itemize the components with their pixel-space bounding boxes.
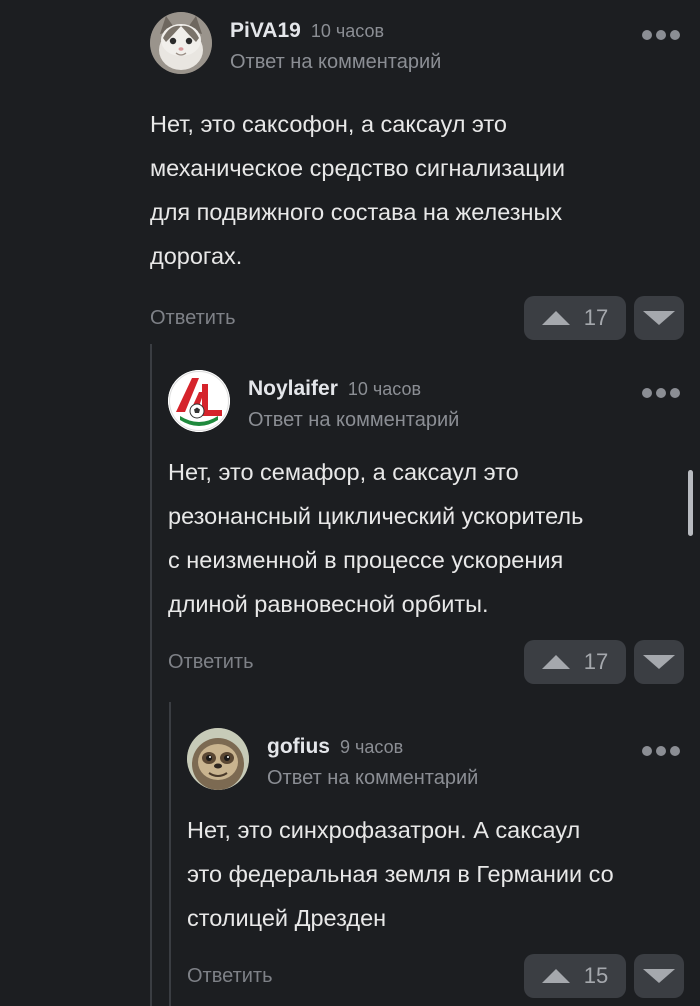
vote-count: 17 — [583, 649, 609, 674]
comment-actions: Ответить 15 — [187, 954, 684, 998]
vote-count: 17 — [583, 305, 609, 330]
author-name[interactable]: PiVA19 — [230, 14, 301, 48]
comment-actions: Ответить 17 — [150, 296, 684, 340]
upvote-arrow-icon — [541, 311, 570, 325]
reply-button[interactable]: Ответить — [168, 640, 254, 684]
more-dots-icon[interactable] — [638, 384, 684, 402]
comment-text-line: дорогах. — [150, 243, 243, 269]
downvote-arrow-icon — [643, 311, 675, 325]
comment-actions: Ответить 17 — [168, 640, 684, 684]
comment-text-line: с неизменной в процессе ускорения — [168, 547, 564, 573]
downvote-arrow-icon — [643, 655, 675, 669]
avatar[interactable] — [187, 728, 249, 790]
comment-meta: PiVA19 10 часов Ответ на комментарий — [230, 14, 441, 74]
author-name[interactable]: Noylaifer — [248, 372, 338, 406]
comments-thread: PiVA19 10 часов Ответ на комментарий Нет… — [0, 0, 700, 1006]
comment-text: Нет, это семафор, а саксаул это резонанс… — [168, 450, 684, 626]
reply-to-label[interactable]: Ответ на комментарий — [248, 408, 459, 432]
comment-text-line: механическое средство сигнализации — [150, 155, 565, 181]
kitten-avatar-icon — [150, 12, 212, 74]
comment-meta: Noylaifer 10 часов Ответ на комментарий — [248, 372, 459, 432]
upvote-button[interactable]: 17 — [524, 640, 626, 684]
comment-text-line: Нет, это семафор, а саксаул это — [168, 459, 519, 485]
author-name[interactable]: gofius — [267, 730, 330, 764]
vote-controls: 15 — [524, 954, 684, 998]
comment-text-line: это федеральная земля в Германии со — [187, 861, 614, 887]
downvote-button[interactable] — [634, 296, 684, 340]
comment-header: Noylaifer 10 часов Ответ на комментарий — [168, 370, 684, 436]
sloth-avatar-icon — [187, 728, 249, 790]
comment-noylaifer: Noylaifer 10 часов Ответ на комментарий … — [168, 370, 684, 684]
comment-time: 10 часов — [347, 379, 422, 399]
thread-line-level-2[interactable] — [169, 702, 171, 1006]
upvote-button[interactable]: 17 — [524, 296, 626, 340]
comment-meta: gofius 9 часов Ответ на комментарий — [267, 730, 478, 790]
comment-text-line: Нет, это саксофон, а саксаул это — [150, 111, 507, 137]
more-dots-icon[interactable] — [638, 742, 684, 760]
upvote-arrow-icon — [541, 969, 570, 983]
reply-to-label[interactable]: Ответ на комментарий — [230, 50, 441, 74]
comment-time: 9 часов — [340, 737, 404, 757]
vote-controls: 17 — [524, 296, 684, 340]
downvote-button[interactable] — [634, 954, 684, 998]
comment-text: Нет, это синхрофазатрон. А саксаул это ф… — [187, 808, 684, 940]
thread-line-level-1[interactable] — [150, 344, 152, 1006]
vote-count: 15 — [583, 963, 609, 988]
reply-button[interactable]: Ответить — [187, 954, 273, 998]
vote-controls: 17 — [524, 640, 684, 684]
avatar[interactable] — [168, 370, 230, 432]
comment-text: Нет, это саксофон, а саксаул это механич… — [150, 102, 684, 278]
upvote-arrow-icon — [541, 655, 570, 669]
downvote-arrow-icon — [643, 969, 675, 983]
upvote-button[interactable]: 15 — [524, 954, 626, 998]
avatar[interactable] — [150, 12, 212, 74]
club-logo-icon — [168, 370, 230, 432]
downvote-button[interactable] — [634, 640, 684, 684]
comment-piva19: PiVA19 10 часов Ответ на комментарий Нет… — [150, 12, 684, 340]
scrollbar[interactable] — [688, 470, 693, 536]
comment-header: gofius 9 часов Ответ на комментарий — [187, 728, 684, 794]
comment-text-line: длиной равновесной орбиты. — [168, 591, 489, 617]
comment-text-line: Нет, это синхрофазатрон. А саксаул — [187, 817, 581, 843]
comment-time: 10 часов — [310, 21, 385, 41]
reply-to-label[interactable]: Ответ на комментарий — [267, 766, 478, 790]
comment-gofius: gofius 9 часов Ответ на комментарий Нет,… — [187, 728, 684, 998]
comment-text-line: резонансный циклический ускоритель — [168, 503, 584, 529]
comment-header: PiVA19 10 часов Ответ на комментарий — [150, 12, 684, 78]
more-dots-icon[interactable] — [638, 26, 684, 44]
comment-text-line: столицей Дрезден — [187, 905, 387, 931]
comment-text-line: для подвижного состава на железных — [150, 199, 563, 225]
reply-button[interactable]: Ответить — [150, 296, 236, 340]
